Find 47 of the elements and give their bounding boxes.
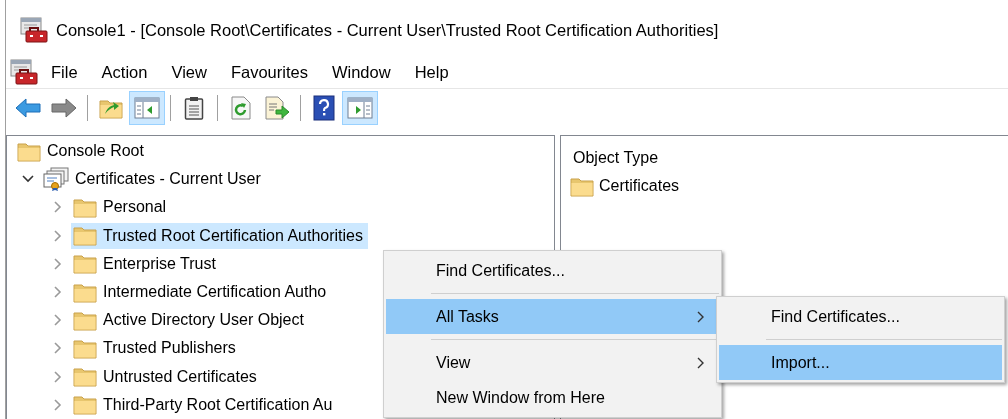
tree-item[interactable]: Third-Party Root Certification Au xyxy=(71,391,338,418)
refresh-icon xyxy=(230,96,252,120)
toolbox-icon xyxy=(10,59,38,85)
menu-item[interactable]: Action xyxy=(89,58,160,86)
tree-pane-icon xyxy=(134,97,160,119)
tree-item[interactable]: Personal xyxy=(71,194,172,221)
window-title: Console1 - [Console Root\Certificates - Current User\Trusted Root Certification Authorities] xyxy=(56,20,719,40)
menu-item[interactable]: View xyxy=(159,58,219,86)
folder-up-icon xyxy=(99,97,123,119)
certificate-store-icon xyxy=(43,167,69,192)
menu-item[interactable]: Help xyxy=(402,58,461,86)
tree-item[interactable]: Active Directory User Object xyxy=(71,307,309,334)
menu-item[interactable]: Favourites xyxy=(218,58,320,86)
tree-item[interactable]: Trusted Root Certification Authorities xyxy=(71,222,368,249)
menu-item[interactable]: Find Certificates... xyxy=(386,253,719,288)
folder-icon xyxy=(73,196,97,218)
forward-arrow-icon xyxy=(51,98,77,118)
tree-item[interactable]: Console Root xyxy=(15,138,149,165)
folder-icon xyxy=(73,394,97,416)
folder-icon xyxy=(73,337,97,359)
help-icon xyxy=(313,95,335,121)
clipboard-icon xyxy=(184,96,204,120)
menu-item[interactable]: New Window from Here xyxy=(386,380,719,415)
list-item-label[interactable]: Certificates xyxy=(599,177,680,195)
tree-item[interactable]: Untrusted Certificates xyxy=(71,363,262,390)
menu-item[interactable]: All Tasks xyxy=(386,299,719,334)
toolbox-icon xyxy=(20,17,48,43)
tree-item[interactable]: Intermediate Certification Autho xyxy=(71,279,332,306)
folder-icon xyxy=(73,253,97,275)
menu-item[interactable]: Window xyxy=(319,58,403,86)
tree-item[interactable]: Trusted Publishers xyxy=(71,335,241,362)
folder-icon xyxy=(73,366,97,388)
folder-icon xyxy=(570,175,594,197)
menu-item[interactable]: Find Certificates... xyxy=(719,299,1002,334)
back-arrow-icon xyxy=(15,98,41,118)
menu-item[interactable]: File xyxy=(39,58,90,86)
column-header[interactable]: Object Type xyxy=(570,149,662,167)
menu-item[interactable]: Import... xyxy=(719,345,1002,380)
folder-icon xyxy=(17,140,41,162)
folder-icon xyxy=(73,281,97,303)
export-list-icon xyxy=(264,96,290,120)
menu-item[interactable]: View xyxy=(386,345,719,380)
tree-item[interactable]: Enterprise Trust xyxy=(71,250,221,277)
action-pane-icon xyxy=(347,97,373,119)
folder-icon xyxy=(73,309,97,331)
folder-icon xyxy=(73,225,97,247)
tree-item[interactable]: Certificates - Current User xyxy=(41,166,266,193)
